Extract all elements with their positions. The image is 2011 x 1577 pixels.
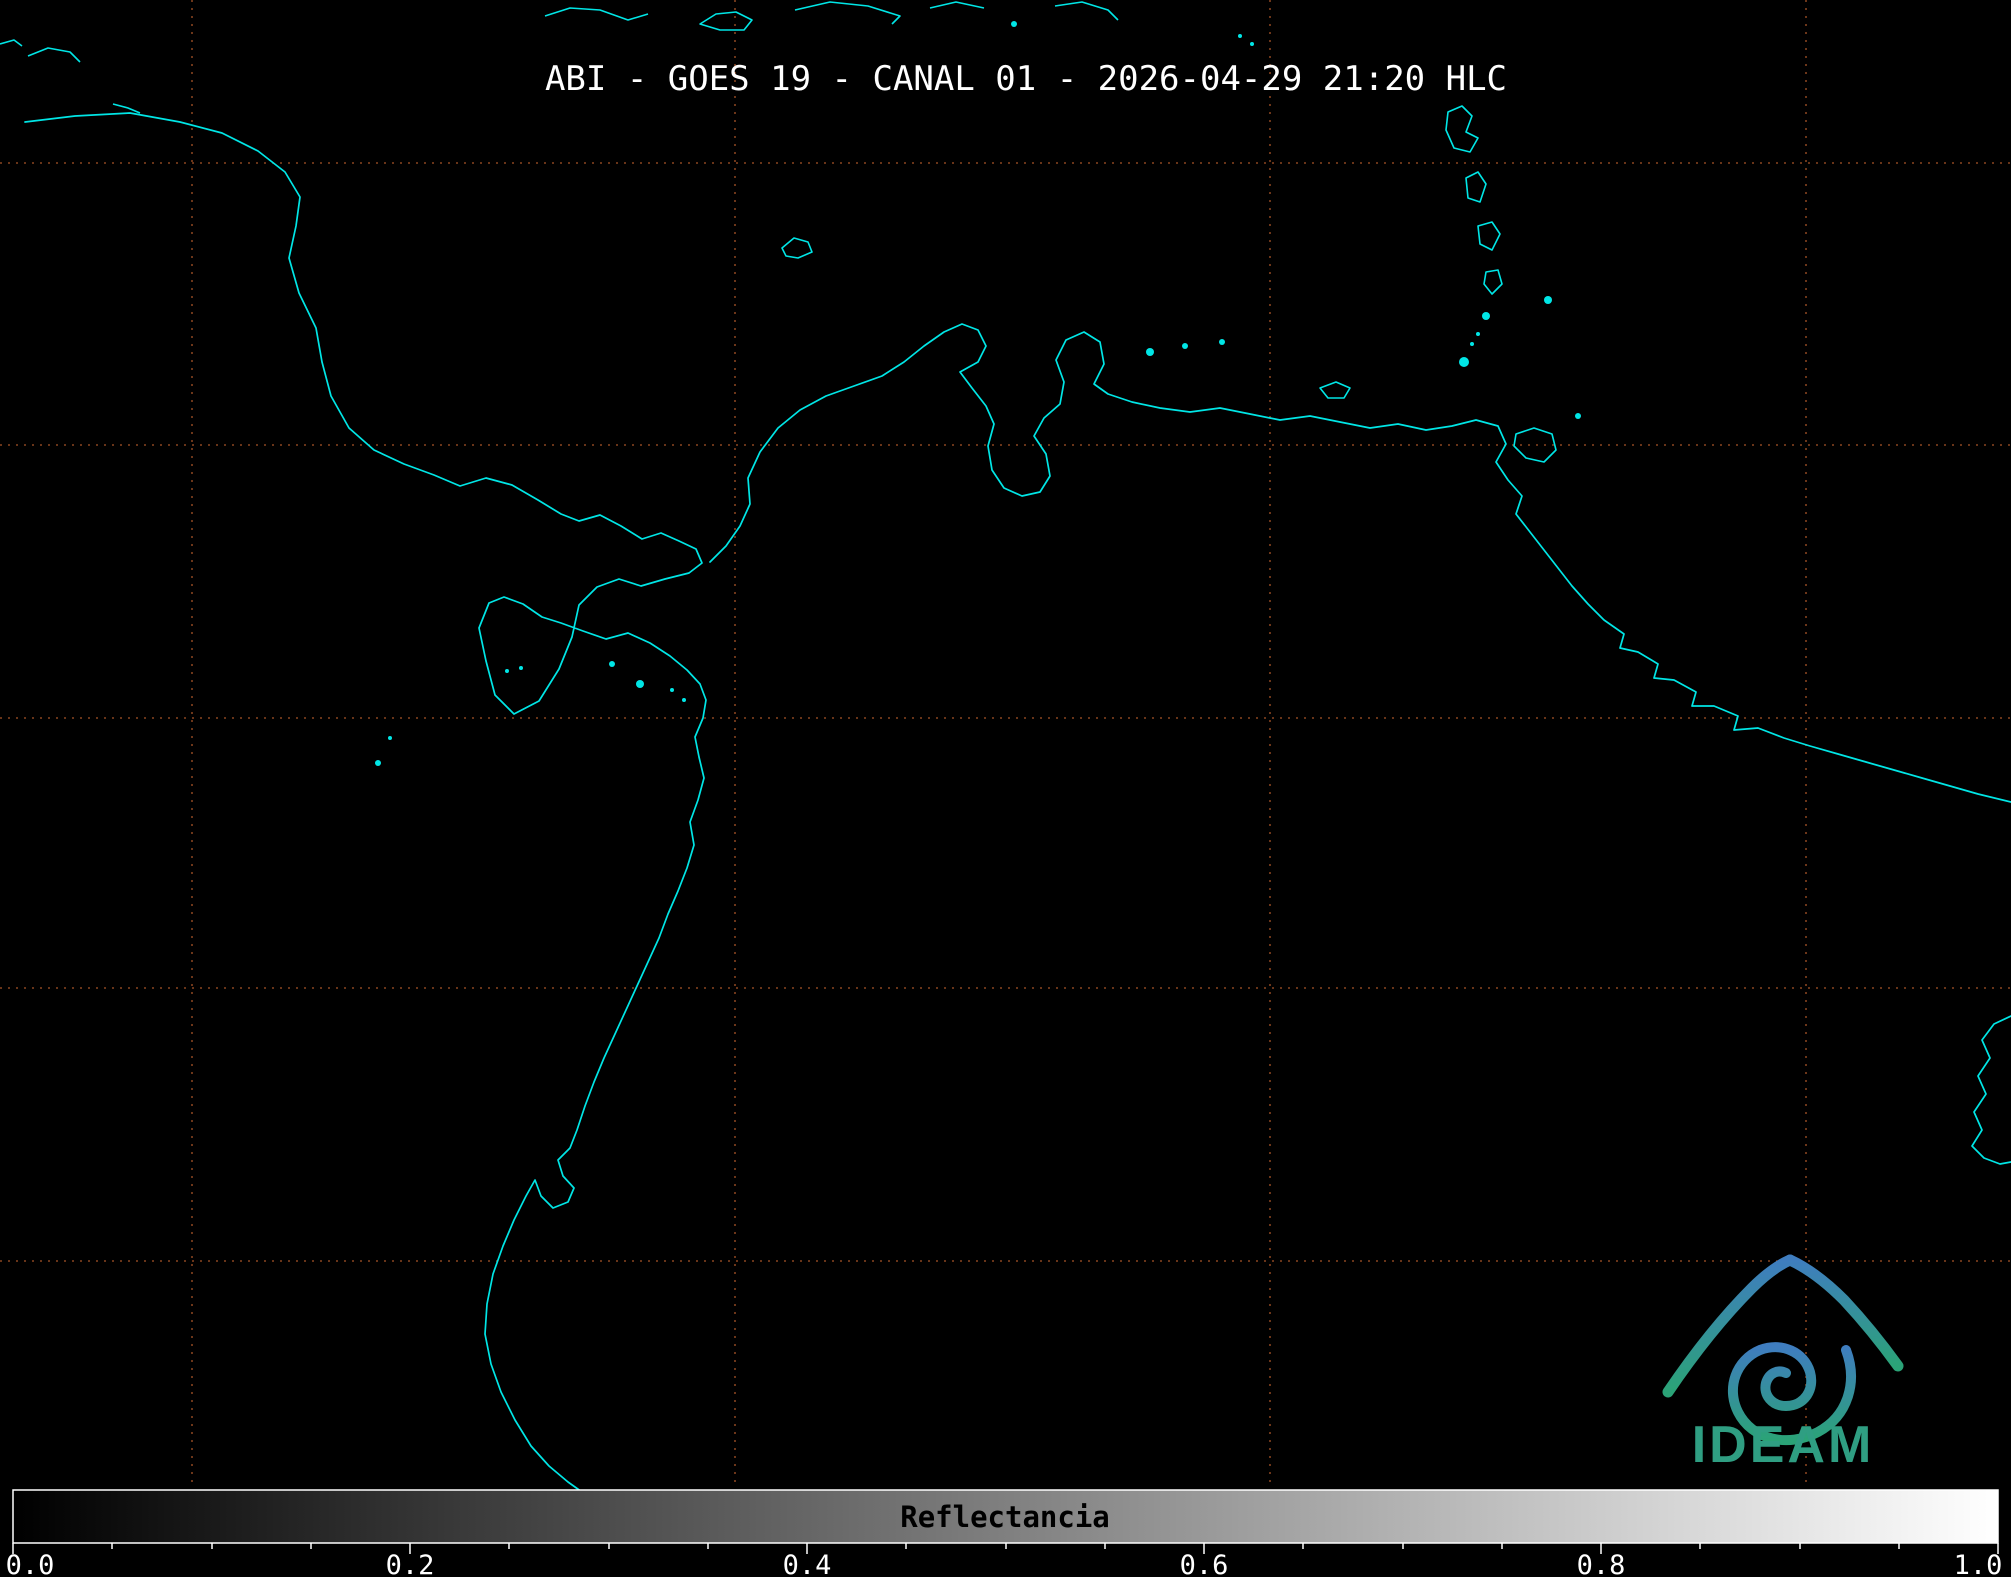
colorbar-label: Reflectancia [900, 1500, 1110, 1534]
island-dot [519, 666, 523, 670]
island-dot [375, 760, 381, 766]
island-dot [1476, 332, 1480, 336]
island-dot [1182, 343, 1188, 349]
colorbar-tick-label: 1.0 [1954, 1550, 2003, 1577]
island-dot [388, 736, 392, 740]
ideam-wordmark: IDEAM [1692, 1416, 1875, 1474]
island-dot [1482, 312, 1490, 320]
island-dot [1544, 296, 1552, 304]
satellite-map-view: ABI - GOES 19 - CANAL 01 - 2026-04-29 21… [0, 0, 2011, 1577]
map-canvas: ABI - GOES 19 - CANAL 01 - 2026-04-29 21… [0, 0, 2011, 1577]
map-title: ABI - GOES 19 - CANAL 01 - 2026-04-29 21… [545, 59, 1507, 99]
island-dot [1011, 21, 1017, 27]
island-dot [1250, 42, 1254, 46]
island-dot [670, 688, 674, 692]
island-dot [1470, 342, 1474, 346]
island-dot [1219, 339, 1225, 345]
island-dot [636, 680, 644, 688]
island-dot [1146, 348, 1154, 356]
island-dot [1238, 34, 1242, 38]
colorbar-tick-label: 0.8 [1577, 1550, 1626, 1577]
colorbar-tick-label: 0.0 [6, 1550, 55, 1577]
island-dot [1575, 413, 1581, 419]
colorbar-tick-label: 0.4 [783, 1550, 832, 1577]
island-dot [609, 661, 615, 667]
island-dot [505, 669, 509, 673]
colorbar-tick-label: 0.2 [386, 1550, 435, 1577]
island-dot [1459, 357, 1469, 367]
colorbar-tick-label: 0.6 [1180, 1550, 1229, 1577]
island-dot [682, 698, 686, 702]
